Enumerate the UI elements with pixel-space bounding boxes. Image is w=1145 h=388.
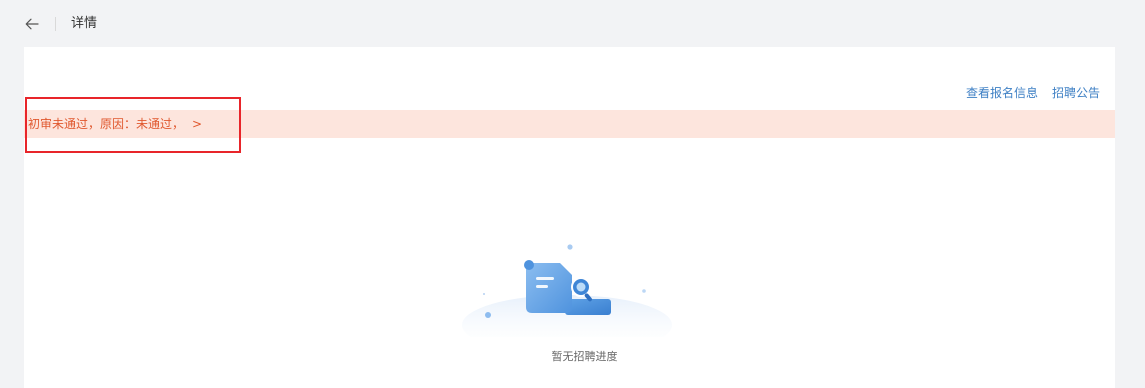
review-status-alert: 初审未通过，原因：未通过， > [24,110,1115,138]
page-title: 详情 [71,16,98,31]
review-status-message[interactable]: 初审未通过，原因：未通过， > [28,116,202,132]
header-divider [55,17,56,31]
page: 详情 查看报名信息 招聘公告 初审未通过，原因：未通过， > 暂无招聘进度 [0,0,1145,388]
page-header: 详情 [0,0,1145,45]
review-status-text: 初审未通过，原因：未通过， [28,117,185,131]
view-registration-link[interactable]: 查看报名信息 [966,84,1038,101]
empty-document-illustration [462,244,672,337]
recruitment-notice-link[interactable]: 招聘公告 [1052,84,1100,101]
empty-state-text: 暂无招聘进度 [551,350,618,363]
arrow-left-icon [25,18,39,30]
chevron-right-icon: > [192,117,203,131]
top-links: 查看报名信息 招聘公告 [966,84,1100,101]
back-button[interactable] [21,13,43,35]
